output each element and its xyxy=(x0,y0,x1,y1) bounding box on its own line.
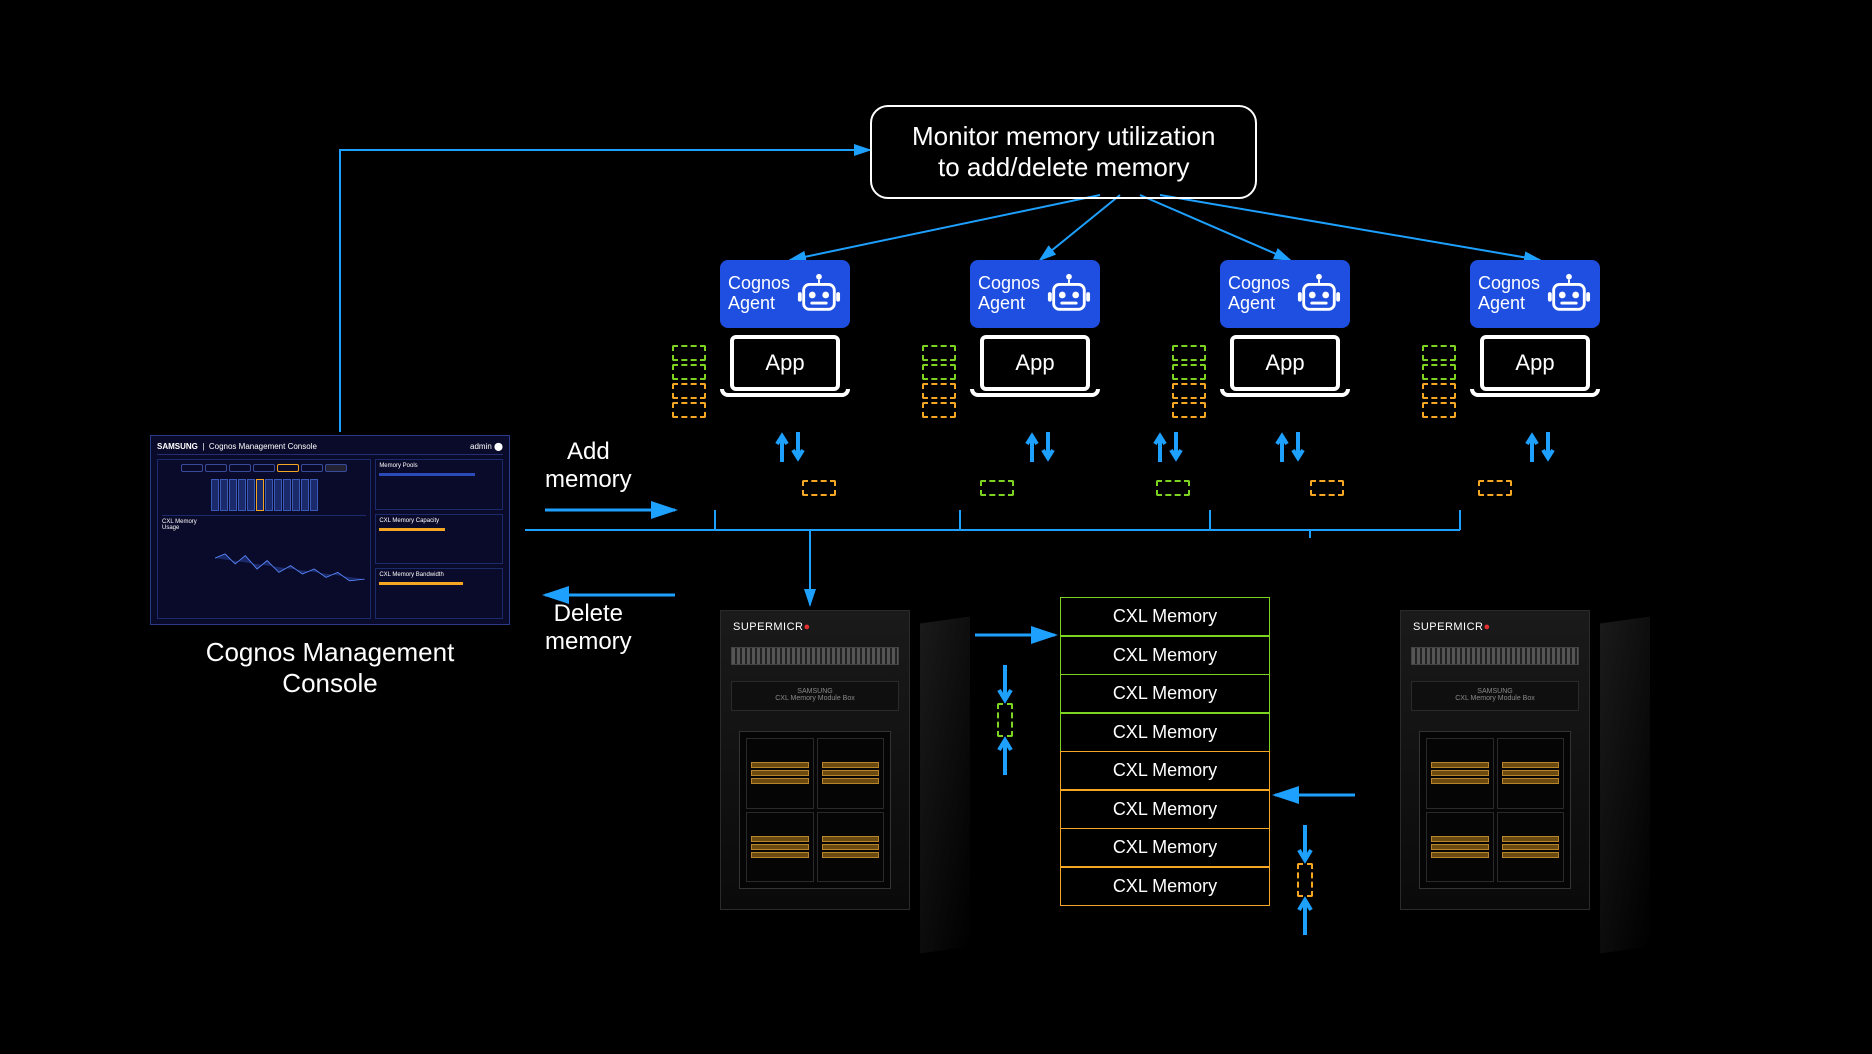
memory-chip-icon xyxy=(672,364,706,380)
app-label: App xyxy=(1265,350,1304,376)
cxl-cell: CXL Memory xyxy=(1060,635,1270,675)
memory-chip-single xyxy=(1156,480,1190,496)
memory-chip-icon xyxy=(1172,345,1206,361)
app-laptop: App xyxy=(720,335,850,405)
cognos-agent-badge: Cognos Agent xyxy=(720,260,850,328)
updown-arrows-1 xyxy=(770,428,810,471)
memory-chip-icon xyxy=(672,402,706,418)
robot-icon xyxy=(1046,270,1092,318)
memory-chip-icon xyxy=(1422,345,1456,361)
server-rack-right: SUPERMICR● SAMSUNG CXL Memory Module Box xyxy=(1380,610,1610,930)
delete-memory-label: Delete memory xyxy=(545,600,632,655)
updown-arrows-4 xyxy=(1520,428,1560,471)
memory-chip-icon xyxy=(672,345,706,361)
app-laptop: App xyxy=(970,335,1100,405)
agent-title2: Agent xyxy=(1478,294,1540,314)
robot-icon xyxy=(796,270,842,318)
agent-title1: Cognos xyxy=(1478,274,1540,294)
app-label: App xyxy=(765,350,804,376)
cxl-cell: CXL Memory xyxy=(1060,828,1270,868)
console-titlebar: Cognos Management Console xyxy=(209,442,317,451)
rack-panel-text: CXL Memory Module Box xyxy=(1412,695,1578,702)
agent-group-1: Cognos Agent App xyxy=(720,260,850,405)
cognos-agent-badge: Cognos Agent xyxy=(1470,260,1600,328)
memory-chip-icon xyxy=(1422,402,1456,418)
memory-chip-icon xyxy=(1172,364,1206,380)
memory-chip-single xyxy=(1478,480,1512,496)
cxl-cell: CXL Memory xyxy=(1060,712,1270,752)
cxl-cell: CXL Memory xyxy=(1060,789,1270,829)
rack-panel-brand: SAMSUNG xyxy=(1412,688,1578,695)
rack-panel-text: CXL Memory Module Box xyxy=(732,695,898,702)
updown-arrows-3b xyxy=(1270,428,1310,471)
rack-brand: SUPERMICR xyxy=(1413,621,1484,633)
memory-chip-icon xyxy=(1422,364,1456,380)
add-line2: memory xyxy=(545,466,632,494)
cxl-cell: CXL Memory xyxy=(1060,597,1270,637)
delete-line2: memory xyxy=(545,628,632,656)
cxl-memory-stack: CXL Memory CXL Memory CXL Memory CXL Mem… xyxy=(1060,598,1270,906)
memory-chip-single xyxy=(802,480,836,496)
memory-chip-icon xyxy=(922,364,956,380)
chip-stack-4 xyxy=(1422,345,1456,418)
agent-title1: Cognos xyxy=(728,274,790,294)
cxl-cell: CXL Memory xyxy=(1060,866,1270,906)
app-label: App xyxy=(1015,350,1054,376)
agent-title1: Cognos xyxy=(1228,274,1290,294)
cxl-cell: CXL Memory xyxy=(1060,674,1270,714)
memory-chip-icon xyxy=(922,345,956,361)
monitor-memory-box: Monitor memory utilization to add/delete… xyxy=(870,105,1257,199)
chip-stack-2 xyxy=(922,345,956,418)
cognos-agent-badge: Cognos Agent xyxy=(1220,260,1350,328)
console-side3: CXL Memory Bandwidth xyxy=(379,572,499,578)
agent-title2: Agent xyxy=(728,294,790,314)
memory-chip-vertical xyxy=(997,703,1013,737)
rack-brand-o-icon: ● xyxy=(804,621,811,633)
monitor-line2: to add/delete memory xyxy=(912,152,1215,183)
agent-group-4: Cognos Agent App xyxy=(1470,260,1600,405)
agent-title2: Agent xyxy=(978,294,1040,314)
add-line1: Add xyxy=(545,438,632,466)
usage-chart-icon xyxy=(215,519,366,614)
app-label: App xyxy=(1515,350,1554,376)
cognos-agent-badge: Cognos Agent xyxy=(970,260,1100,328)
memory-chip-icon xyxy=(672,383,706,399)
delete-line1: Delete xyxy=(545,600,632,628)
updown-arrows-3a xyxy=(1148,428,1188,471)
rack-brand-o-icon: ● xyxy=(1484,621,1491,633)
server-rack-left: SUPERMICR● SAMSUNG CXL Memory Module Box xyxy=(700,610,930,930)
memory-chip-icon xyxy=(1422,383,1456,399)
monitor-line1: Monitor memory utilization xyxy=(912,121,1215,152)
memory-chip-vertical xyxy=(1297,863,1313,897)
console-side2: CXL Memory Capacity xyxy=(379,518,499,524)
console-chart-label: CXL Memory Usage xyxy=(162,519,212,614)
robot-icon xyxy=(1546,270,1592,318)
console-brand: SAMSUNG xyxy=(157,442,198,451)
console-user-icon: admin ⬤ xyxy=(470,442,503,451)
memory-chip-icon xyxy=(922,402,956,418)
rack-panel-brand: SAMSUNG xyxy=(732,688,898,695)
agent-title2: Agent xyxy=(1228,294,1290,314)
app-laptop: App xyxy=(1220,335,1350,405)
robot-icon xyxy=(1296,270,1342,318)
console-caption: Cognos Management Console xyxy=(150,637,510,699)
cxl-cell: CXL Memory xyxy=(1060,751,1270,791)
agent-group-3: Cognos Agent App xyxy=(1220,260,1350,405)
memory-chip-icon xyxy=(1172,402,1206,418)
agent-group-2: Cognos Agent App xyxy=(970,260,1100,405)
updown-arrows-2 xyxy=(1020,428,1060,471)
chip-stack-3 xyxy=(1172,345,1206,418)
memory-chip-icon xyxy=(922,383,956,399)
memory-chip-single xyxy=(1310,480,1344,496)
agent-title1: Cognos xyxy=(978,274,1040,294)
console-side1: Memory Pools xyxy=(379,463,499,469)
app-laptop: App xyxy=(1470,335,1600,405)
chip-stack-1 xyxy=(672,345,706,418)
memory-chip-icon xyxy=(1172,383,1206,399)
memory-chip-single xyxy=(980,480,1014,496)
add-memory-label: Add memory xyxy=(545,438,632,493)
cognos-console: SAMSUNG | Cognos Management Console admi… xyxy=(150,435,510,699)
rack-brand: SUPERMICR xyxy=(733,621,804,633)
